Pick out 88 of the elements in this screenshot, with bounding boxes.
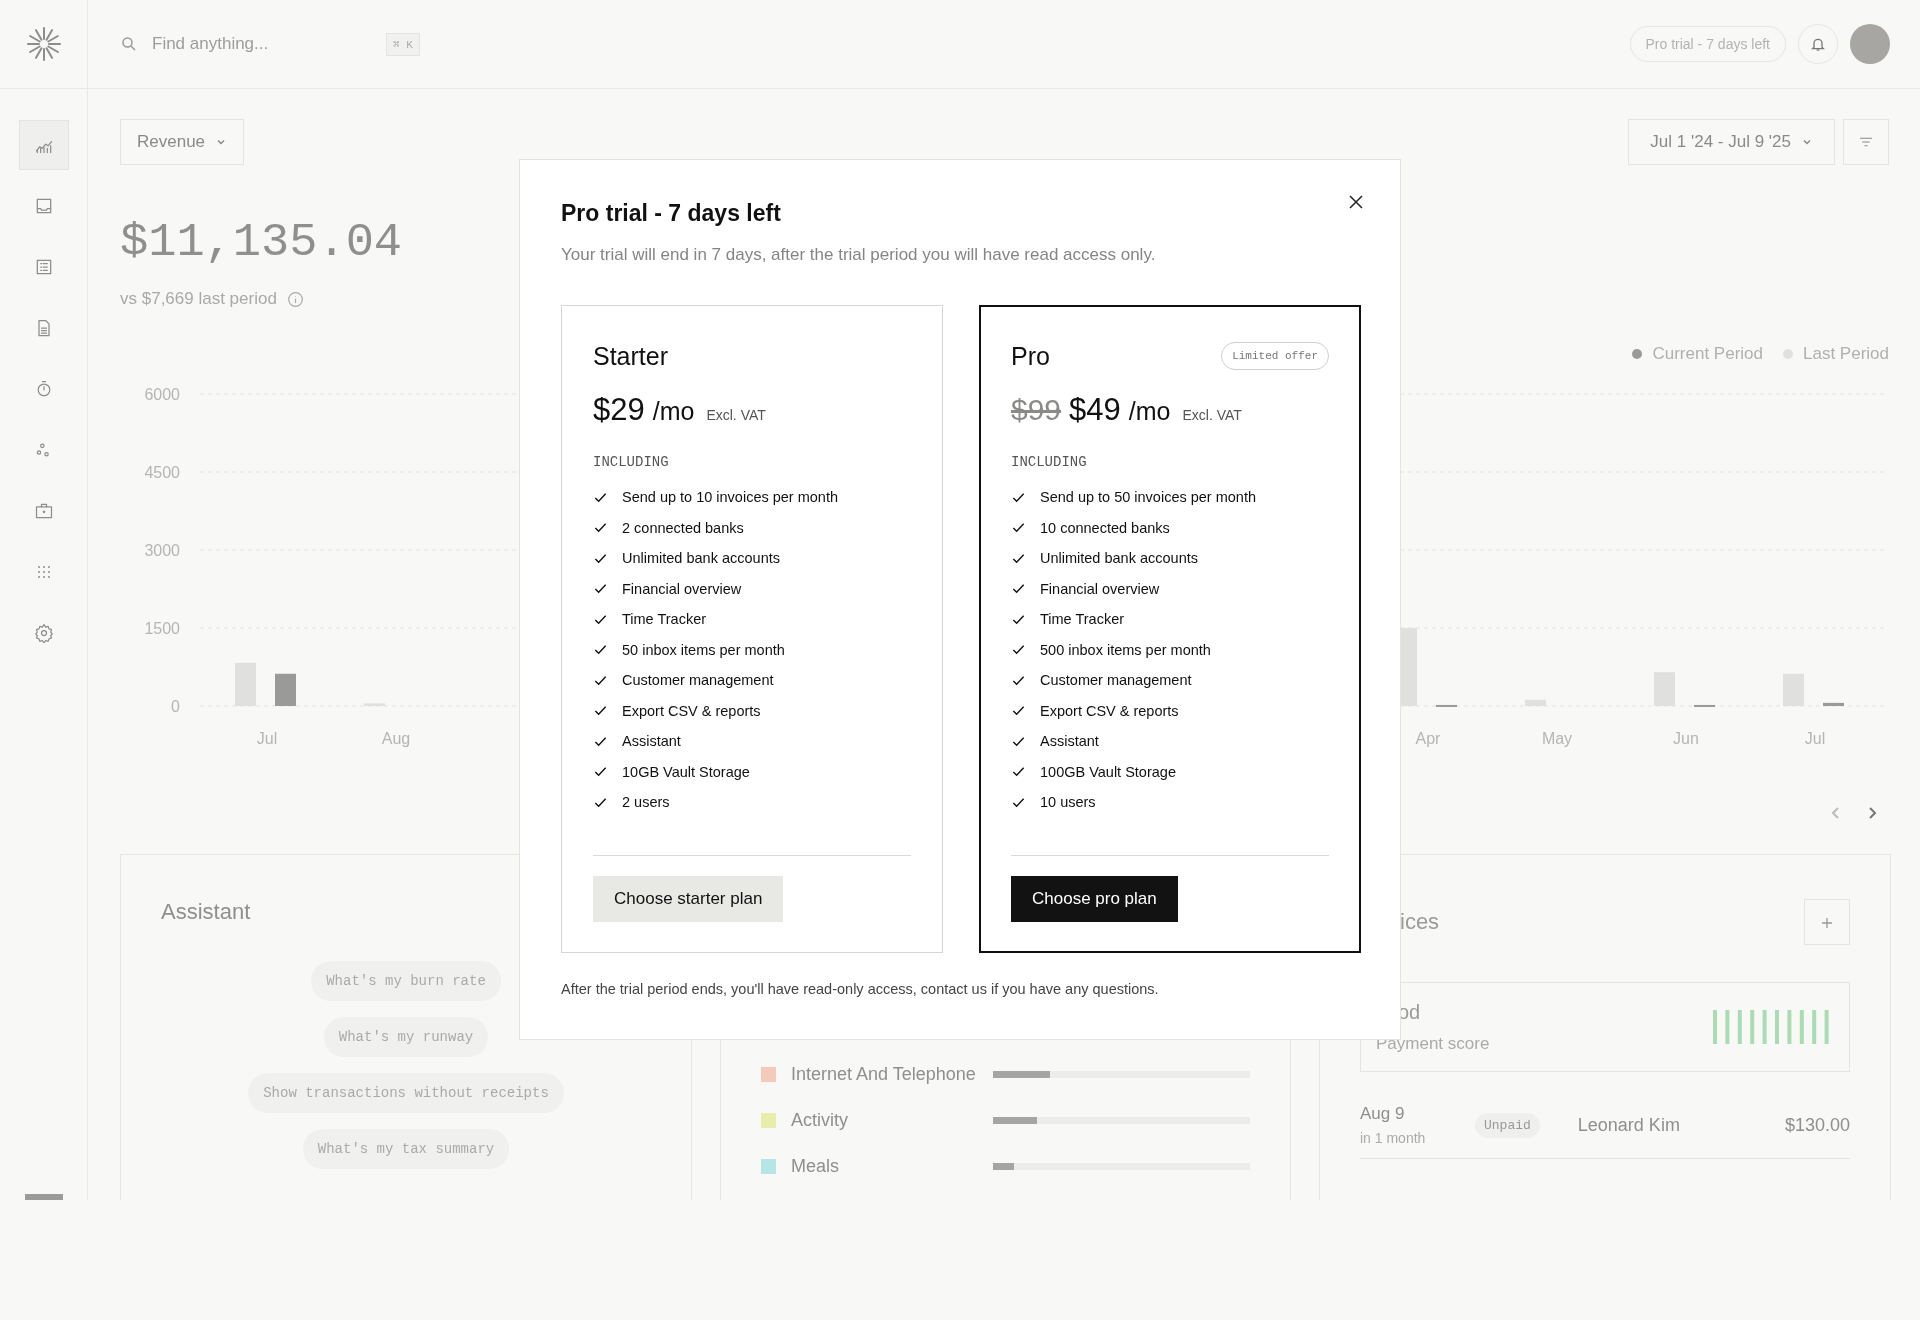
info-icon[interactable] — [286, 290, 304, 308]
tax-note: Excl. VAT — [1182, 407, 1242, 423]
y-axis-label: 4500 — [144, 464, 180, 481]
feature-text: Assistant — [622, 732, 681, 751]
briefcase-icon — [33, 501, 54, 521]
feature-text: Unlimited bank accounts — [622, 549, 780, 568]
dialog-title: Pro trial - 7 days left — [561, 200, 782, 227]
feature-text: 2 connected banks — [622, 518, 744, 538]
invoice-due: in 1 month — [1360, 1130, 1427, 1146]
filter-button[interactable] — [1843, 119, 1889, 165]
search-field[interactable]: Find anything... — [150, 33, 374, 55]
feature-text: 10 users — [1040, 793, 1096, 812]
feature-text: Export CSV & reports — [1040, 701, 1179, 721]
dialog-subtitle: Your trial will end in 7 days, after the trial period you will have read access only. — [561, 245, 1157, 265]
feature-text: Export CSV & reports — [622, 701, 761, 721]
invoice-amount: $130.00 — [1784, 1114, 1850, 1136]
x-axis-label: Jun — [1673, 730, 1699, 747]
comparison-text: vs $7,669 last period — [120, 289, 277, 309]
feature-text: 10GB Vault Storage — [622, 762, 750, 782]
settings-icon — [33, 623, 54, 643]
choose-plan-button[interactable]: Choose pro plan — [1011, 876, 1178, 922]
including-label: INCLUDING — [1011, 454, 1088, 470]
suggestion-chip[interactable]: What's my burn rate — [311, 961, 501, 1001]
shortcut-hint: ⌘ K — [386, 32, 420, 56]
card-title: Assistant — [161, 899, 251, 925]
suggestion-chip[interactable]: What's my tax summary — [302, 1129, 510, 1169]
feature-text: Financial overview — [622, 579, 742, 599]
plan-name: Starter — [593, 341, 669, 371]
feature-text: Customer management — [1040, 671, 1192, 690]
feature-text: Unlimited bank accounts — [1040, 549, 1198, 568]
feature-text: Time Tracker — [1040, 610, 1125, 629]
bell-icon — [1810, 36, 1826, 52]
choose-plan-button[interactable]: Choose starter plan — [593, 876, 784, 922]
price-period: /mo — [1128, 397, 1171, 426]
date-range-dropdown[interactable]: Jul 1 '24 - Jul 9 '25 — [1628, 119, 1835, 165]
including-label: INCLUDING — [593, 454, 670, 470]
category-name: Internet And Telephone — [791, 1063, 977, 1085]
bar — [1823, 702, 1844, 706]
feature-text: Financial overview — [1040, 579, 1160, 599]
add-button[interactable] — [1804, 899, 1850, 945]
bar — [1436, 704, 1457, 707]
y-axis-label: 0 — [171, 698, 180, 715]
feature-text: 50 inbox items per month — [622, 640, 785, 660]
revenue-total: $11,135.04 — [120, 216, 403, 269]
feature-text: 2 users — [622, 793, 670, 812]
feature-text: 500 inbox items per month — [1040, 640, 1211, 660]
feature-text: Send up to 10 invoices per month — [622, 488, 839, 507]
bar — [275, 673, 296, 706]
old-price: $99 — [1011, 393, 1062, 427]
y-axis-label: 3000 — [144, 542, 180, 559]
category-name: Activity — [791, 1109, 849, 1131]
suggestion-chip[interactable]: Show transactions without receipts — [248, 1073, 564, 1113]
status-badge: Unpaid — [1475, 1112, 1540, 1138]
x-axis-label: Apr — [1415, 730, 1441, 747]
price-period: /mo — [652, 397, 695, 426]
y-axis-label: 1500 — [144, 620, 180, 637]
logo-icon[interactable] — [25, 26, 62, 62]
user-avatar[interactable] — [1850, 24, 1890, 64]
customer-name: Leonard Kim — [1577, 1114, 1680, 1136]
x-axis-label: Jul — [1804, 730, 1826, 747]
tax-note: Excl. VAT — [706, 407, 766, 423]
card-title: ices — [1400, 909, 1440, 935]
suggestion-chip[interactable]: What's my runway — [323, 1017, 489, 1057]
feature-text: Send up to 50 invoices per month — [1040, 488, 1257, 507]
search-icon — [120, 35, 138, 53]
feature-text: 10 connected banks — [1040, 518, 1170, 538]
x-axis-label: May — [1541, 730, 1573, 747]
feature-text: Time Tracker — [622, 610, 707, 629]
plan-price: $29 — [593, 392, 645, 428]
close-icon[interactable] — [1348, 194, 1364, 210]
metric-dropdown[interactable]: Revenue — [120, 119, 245, 165]
sidebar-item[interactable] — [18, 120, 69, 170]
plan-name: Pro — [1011, 341, 1050, 371]
bar — [1694, 704, 1715, 707]
y-axis-label: 6000 — [144, 386, 180, 403]
x-axis-label: Aug — [381, 730, 411, 747]
feature-text: 100GB Vault Storage — [1040, 762, 1176, 782]
legend-label: Last Period — [1803, 344, 1889, 364]
feature-text: Assistant — [1040, 732, 1099, 751]
plan-price: $49 — [1069, 392, 1121, 428]
feature-text: Customer management — [622, 671, 774, 690]
dialog-footnote: After the trial period ends, you'll have read-only access, contact us if you have any questions. — [561, 981, 1160, 997]
legend-label: Current Period — [1652, 344, 1763, 364]
x-axis-label: Jul — [256, 730, 278, 747]
plan-card[interactable] — [979, 305, 1361, 953]
invoice-date: Aug 9 — [1360, 1104, 1406, 1124]
plus-icon — [1821, 916, 1833, 929]
category-name: Meals — [791, 1155, 840, 1177]
